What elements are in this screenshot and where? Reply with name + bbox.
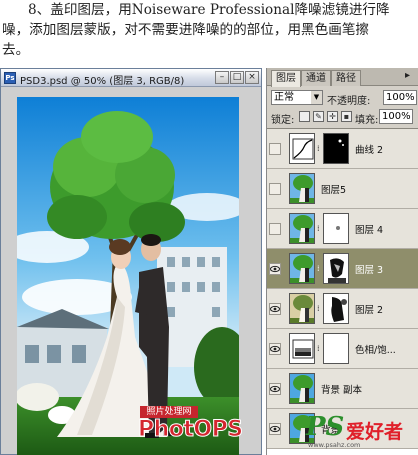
- layers-list: ⁞ 曲线 2 图层5 ⁞ 图层 4 ⁞ 图层 3 ⁞ 图层 2 ⁞ 色相/饱..…: [267, 128, 418, 455]
- visibility-toggle[interactable]: [269, 303, 281, 315]
- opacity-label: 不透明度:: [327, 96, 371, 107]
- lock-label: 锁定:: [271, 115, 295, 126]
- mask-link-icon[interactable]: ⁞: [317, 223, 322, 234]
- document-title: PSD3.psd @ 50% (图层 3, RGB/8): [20, 76, 185, 87]
- layer-name: 背景 副本: [321, 385, 363, 396]
- layer-row-layer-3[interactable]: ⁞ 图层 3: [267, 249, 418, 289]
- lock-pixels-icon[interactable]: ✎: [313, 111, 324, 122]
- layer-row-curves-2[interactable]: ⁞ 曲线 2: [267, 129, 418, 169]
- layer-row-hue-saturation[interactable]: ⁞ 色相/饱...: [267, 329, 418, 369]
- hue-saturation-adjustment-icon: [289, 333, 315, 364]
- document-window: Ps PSD3.psd @ 50% (图层 3, RGB/8) – □ ×: [0, 68, 262, 455]
- visibility-toggle[interactable]: [269, 183, 281, 195]
- curves-adjustment-icon: [289, 133, 315, 164]
- wedding-photo-image: [17, 97, 239, 455]
- layer-thumbnail: [289, 213, 315, 244]
- blend-mode-value: 正常: [274, 92, 294, 103]
- chevron-down-icon: ▼: [311, 91, 322, 104]
- lock-position-icon[interactable]: ✛: [327, 111, 338, 122]
- eye-icon: [270, 305, 280, 313]
- blend-mode-select[interactable]: 正常 ▼: [271, 90, 323, 105]
- layer-mask-thumbnail[interactable]: [323, 133, 349, 164]
- layer-mask-thumbnail[interactable]: [323, 293, 349, 324]
- tab-paths[interactable]: 路径: [331, 70, 361, 86]
- photops-logo-text: PhotOPS: [138, 417, 244, 443]
- visibility-toggle[interactable]: [269, 383, 281, 395]
- layer-thumbnail: [289, 373, 315, 404]
- site-logo-ps: PS: [306, 412, 345, 442]
- layer-name: 色相/饱...: [355, 345, 396, 356]
- lock-transparency-icon[interactable]: [299, 111, 310, 122]
- opacity-input[interactable]: 100%: [383, 90, 417, 105]
- visibility-toggle[interactable]: [269, 223, 281, 235]
- instruction-text: 8、盖印图层，用Noiseware Professional降噪滤镜进行降 噪，…: [2, 0, 416, 66]
- tab-layers[interactable]: 图层: [271, 70, 301, 87]
- visibility-toggle[interactable]: [269, 423, 281, 435]
- close-button[interactable]: ×: [245, 71, 259, 84]
- layer-name: 图层 2: [355, 305, 384, 316]
- eye-icon: [270, 265, 280, 273]
- layer-row-layer-5[interactable]: 图层5: [267, 169, 418, 209]
- layer-thumbnail: [289, 293, 315, 324]
- eye-icon: [270, 345, 280, 353]
- layer-name: 曲线 2: [355, 145, 384, 156]
- layer-name: 图层 3: [355, 265, 384, 276]
- visibility-toggle[interactable]: [269, 343, 281, 355]
- layer-mask-thumbnail[interactable]: [323, 253, 349, 284]
- layer-row-background-copy[interactable]: 背景 副本: [267, 369, 418, 409]
- instruction-line-1: 8、盖印图层，用Noiseware Professional降噪滤镜进行降: [28, 2, 390, 18]
- fill-input[interactable]: 100%: [379, 109, 413, 124]
- layers-panel: 图层 通道 路径 ▸ 正常 ▼ 不透明度: 100% 锁定: ✎ ✛ ▪ 填充:…: [266, 68, 418, 455]
- visibility-toggle[interactable]: [269, 263, 281, 275]
- layer-mask-thumbnail[interactable]: [323, 213, 349, 244]
- layer-name: 图层 4: [355, 225, 384, 236]
- document-title-bar[interactable]: Ps PSD3.psd @ 50% (图层 3, RGB/8) – □ ×: [1, 69, 261, 87]
- mask-link-icon[interactable]: ⁞: [317, 343, 322, 354]
- visibility-toggle[interactable]: [269, 143, 281, 155]
- mask-link-icon[interactable]: ⁞: [317, 303, 322, 314]
- eye-icon: [270, 385, 280, 393]
- eye-icon: [270, 425, 280, 433]
- layer-mask-thumbnail[interactable]: [323, 333, 349, 364]
- instruction-line-2: 噪，添加图层蒙版，对不需要进降噪的的部位，用黑色画笔擦: [2, 22, 370, 38]
- lock-all-icon[interactable]: ▪: [341, 111, 352, 122]
- site-logo-text: 爱好者: [346, 421, 404, 443]
- minimize-button[interactable]: –: [215, 71, 229, 84]
- layer-row-layer-4[interactable]: ⁞ 图层 4: [267, 209, 418, 249]
- lock-row: 锁定: ✎ ✛ ▪ 填充: 100%: [267, 108, 418, 126]
- ps-document-icon: Ps: [4, 72, 16, 84]
- mask-link-icon[interactable]: ⁞: [317, 143, 322, 154]
- maximize-button[interactable]: □: [230, 71, 244, 84]
- layer-name: 图层5: [321, 185, 347, 196]
- tab-channels[interactable]: 通道: [301, 70, 331, 86]
- layer-thumbnail: [289, 253, 315, 284]
- layer-thumbnail: [289, 173, 315, 204]
- site-url: www.psahz.com: [308, 441, 361, 449]
- photops-watermark: 照片处理网 PhotOPS: [138, 406, 244, 454]
- instruction-line-3: 去。: [2, 42, 30, 58]
- mask-link-icon[interactable]: ⁞: [317, 263, 322, 274]
- panel-tabs: 图层 通道 路径 ▸: [267, 68, 418, 87]
- layer-row-layer-2[interactable]: ⁞ 图层 2: [267, 289, 418, 329]
- wedding-photo-canvas[interactable]: [17, 97, 239, 455]
- panel-menu-icon[interactable]: ▸: [405, 70, 410, 81]
- fill-label: 填充:: [355, 115, 379, 126]
